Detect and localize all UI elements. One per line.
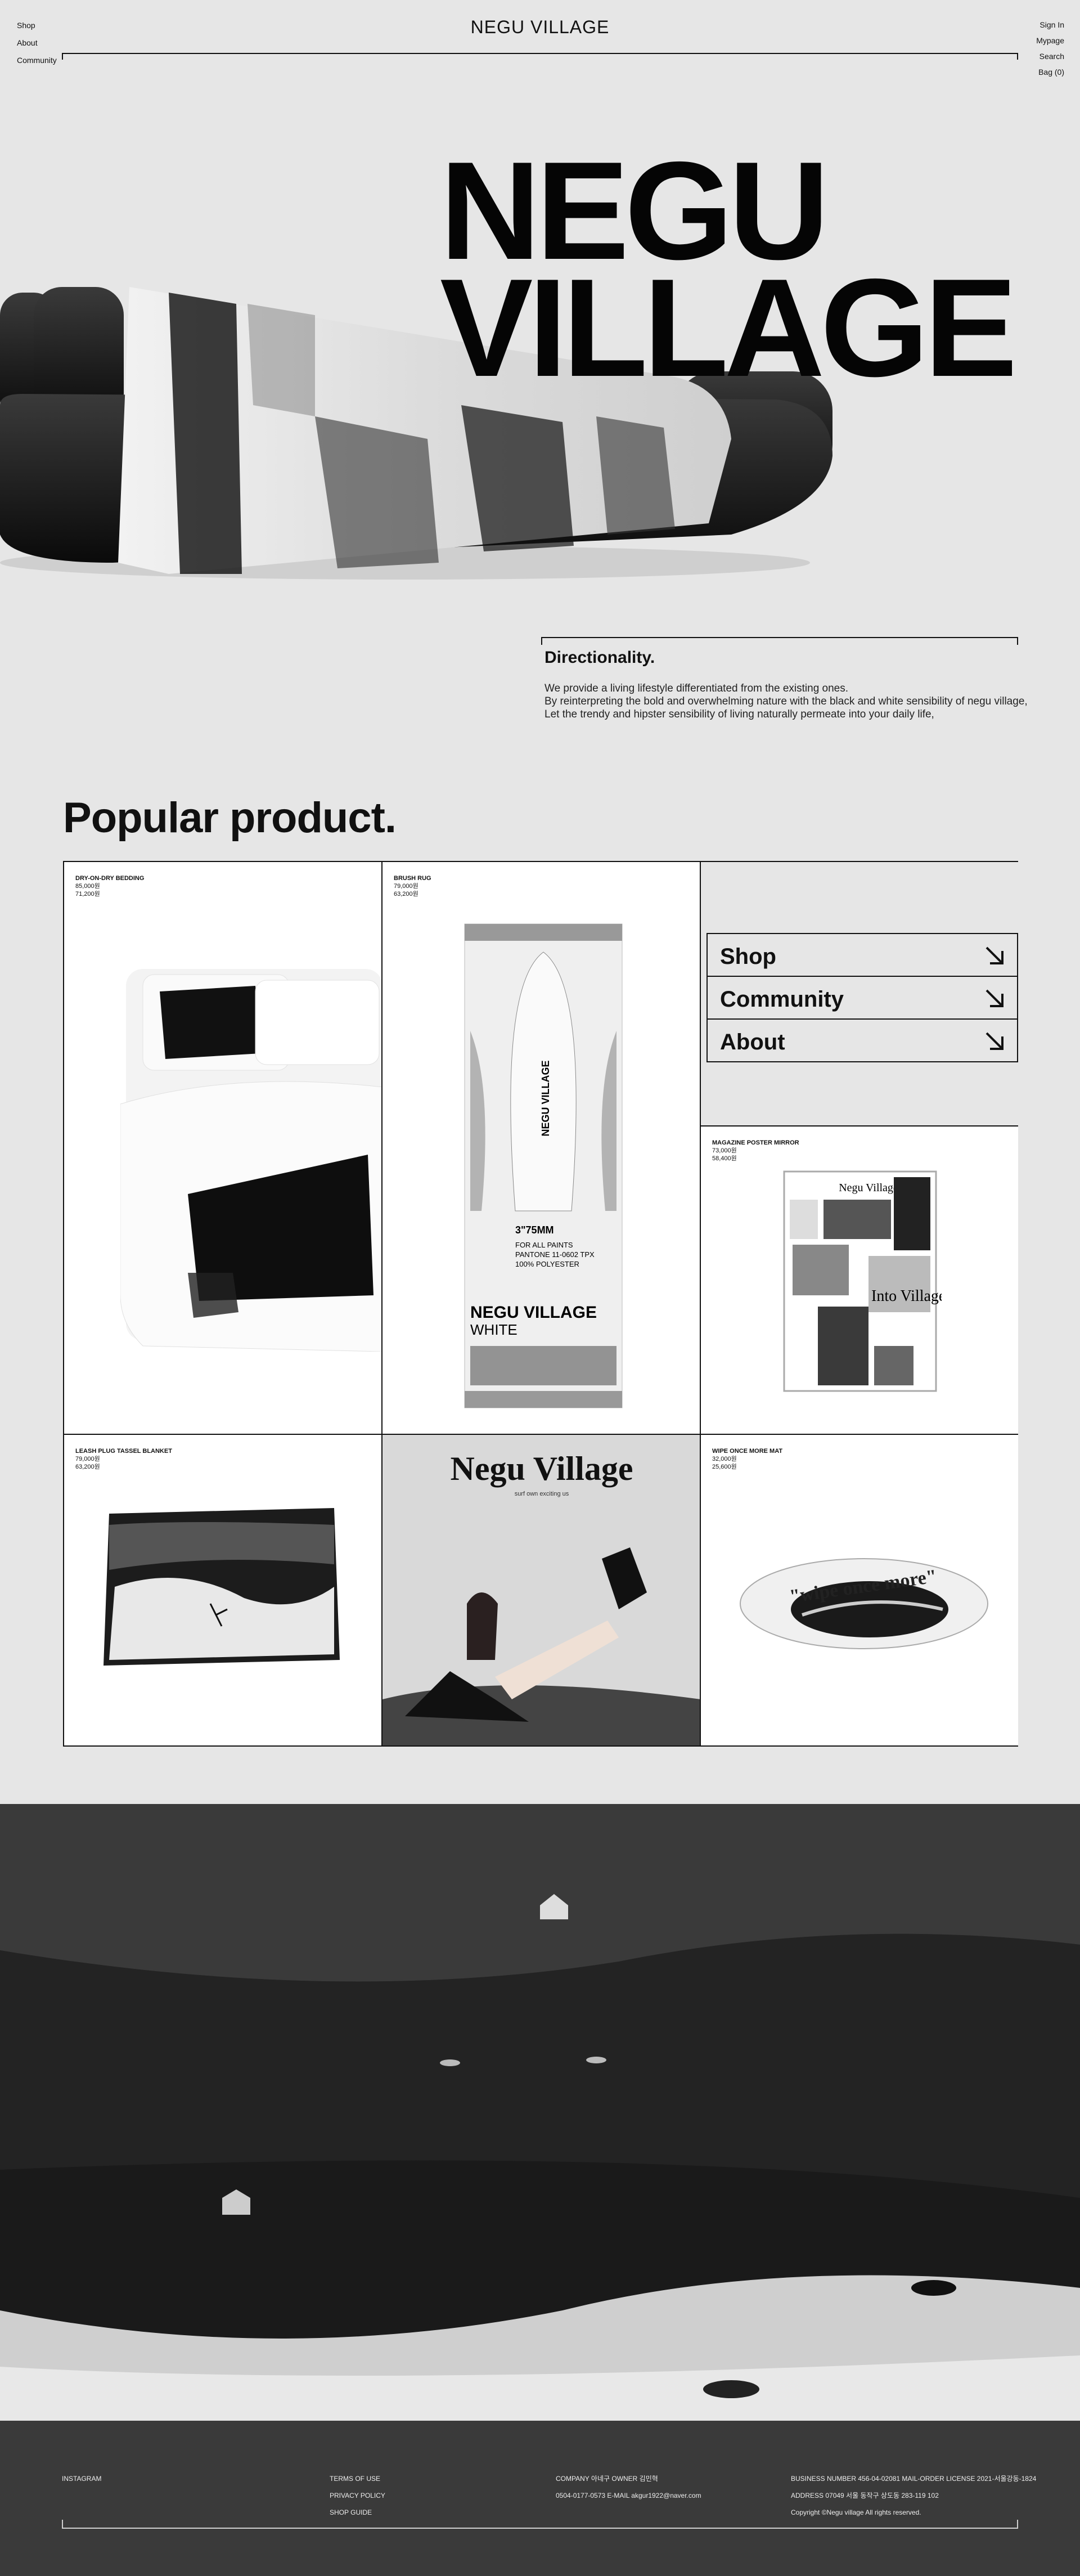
popular-title: Popular product.	[63, 794, 397, 842]
nav-community[interactable]: Community	[17, 52, 57, 69]
footer-company: COMPANY 아네구 OWNER 김민혁	[556, 2475, 658, 2483]
product-card-bedding[interactable]: DRY-ON-DRY BEDDING 85,000원 71,200원	[64, 862, 382, 1435]
rug-line3: 100% POLYESTER	[515, 1260, 579, 1268]
product-name: DRY-ON-DRY BEDDING	[75, 875, 145, 882]
footer-shop-guide[interactable]: SHOP GUIDE	[330, 2504, 385, 2521]
product-name: WIPE ONCE MORE MAT	[712, 1448, 783, 1455]
menu-community[interactable]: Community	[706, 976, 1018, 1020]
product-card-wipe-mat[interactable]: WIPE ONCE MORE MAT 32,000원 25,600원 "wipe…	[701, 1435, 1018, 1745]
directionality-line: By reinterpreting the bold and overwhelm…	[544, 695, 1028, 707]
header-divider	[62, 53, 1018, 60]
menu-about-label: About	[720, 1030, 785, 1054]
bedding-image	[120, 969, 381, 1352]
footer-privacy[interactable]: PRIVACY POLICY	[330, 2487, 385, 2504]
landscape-photo	[0, 1804, 1080, 2421]
product-price: 63,200원	[75, 1464, 100, 1470]
arrow-down-right-icon	[986, 1032, 1004, 1050]
nav-bag[interactable]: Bag (0)	[1036, 64, 1064, 80]
product-meta: BRUSH RUG 79,000원 63,200원	[394, 874, 431, 898]
footer-col-business: BUSINESS NUMBER 456-04-02081 MAIL-ORDER …	[791, 2470, 1036, 2521]
menu-shop-label: Shop	[720, 944, 776, 969]
product-name: MAGAZINE POSTER MIRROR	[712, 1139, 799, 1146]
quick-menu: Shop Community About	[701, 862, 1018, 1127]
product-old-price: 32,000원	[712, 1456, 737, 1462]
footer-contact: 0504-0177-0573 E-MAIL akgur1922@naver.co…	[556, 2492, 701, 2499]
rug-line1: FOR ALL PAINTS	[515, 1241, 573, 1249]
product-price: 63,200원	[394, 891, 418, 897]
footer-col-company: COMPANY 아네구 OWNER 김민혁 0504-0177-0573 E-M…	[556, 2470, 701, 2504]
product-meta: MAGAZINE POSTER MIRROR 73,000원 58,400원	[712, 1139, 799, 1163]
rug-line2: PANTONE 11-0602 TPX	[515, 1250, 595, 1259]
product-price: 25,600원	[712, 1464, 737, 1470]
tassel-blanket-image	[104, 1508, 340, 1666]
directionality-divider	[541, 637, 1018, 645]
poster-cover: Into Village	[871, 1287, 942, 1305]
rug-bottom2: WHITE	[470, 1321, 518, 1338]
footer-instagram[interactable]: INSTAGRAM	[62, 2470, 101, 2487]
product-price: 71,200원	[75, 891, 100, 897]
product-old-price: 85,000원	[75, 883, 100, 890]
directionality-text: We provide a living lifestyle differenti…	[544, 682, 1028, 721]
product-old-price: 79,000원	[394, 883, 418, 890]
product-name: LEASH PLUG TASSEL BLANKET	[75, 1448, 172, 1455]
rug-size: 3"75MM	[515, 1224, 554, 1236]
directionality-line: Let the trendy and hipster sensibility o…	[544, 708, 934, 720]
arrow-down-right-icon	[986, 989, 1004, 1007]
hero-title-line2: VILLAGE	[440, 249, 1018, 406]
product-card-magazine-photo[interactable]: Negu Village surf own exciting us	[382, 1435, 701, 1745]
product-meta: LEASH PLUG TASSEL BLANKET 79,000원 63,200…	[75, 1447, 172, 1471]
product-price: 58,400원	[712, 1155, 737, 1162]
footer-col-social: INSTAGRAM	[62, 2470, 101, 2487]
magazine-mirror-image: Negu Village Into Village	[783, 1170, 942, 1392]
menu-about[interactable]: About	[706, 1018, 1018, 1062]
menu-shop[interactable]: Shop	[706, 933, 1018, 977]
product-meta: DRY-ON-DRY BEDDING 85,000원 71,200원	[75, 874, 144, 898]
footer-copyright: Copyright ©Negu village All rights reser…	[791, 2508, 921, 2516]
product-grid: DRY-ON-DRY BEDDING 85,000원 71,200원 BRUSH…	[63, 861, 1018, 1747]
product-old-price: 79,000원	[75, 1456, 100, 1462]
wipe-mat-image: "wipe once more"	[740, 1558, 988, 1649]
right-nav: Sign In Mypage Search Bag (0)	[1036, 17, 1064, 80]
directionality-line: We provide a living lifestyle differenti…	[544, 683, 849, 694]
product-meta: WIPE ONCE MORE MAT 32,000원 25,600원	[712, 1447, 782, 1471]
footer-business: BUSINESS NUMBER 456-04-02081 MAIL-ORDER …	[791, 2475, 1037, 2483]
product-card-magazine-mirror[interactable]: MAGAZINE POSTER MIRROR 73,000원 58,400원 N…	[701, 1127, 1018, 1435]
footer: INSTAGRAM TERMS OF USE PRIVACY POLICY SH…	[0, 2421, 1080, 2576]
magazine-masthead: Negu Village	[451, 1450, 633, 1487]
menu-community-label: Community	[720, 987, 844, 1012]
hero-title: NEGU VILLAGE	[440, 141, 1018, 406]
footer-divider	[62, 2520, 1018, 2529]
footer-address: ADDRESS 07049 서울 동작구 상도동 283-119 102	[791, 2492, 939, 2499]
nav-mypage[interactable]: Mypage	[1036, 33, 1064, 48]
product-card-tassel-blanket[interactable]: LEASH PLUG TASSEL BLANKET 79,000원 63,200…	[64, 1435, 382, 1745]
brush-rug-image: NEGU VILLAGE 3"75MM FOR ALL PAINTS PANTO…	[464, 923, 623, 1408]
product-old-price: 73,000원	[712, 1147, 737, 1154]
poster-masthead: Negu Village	[839, 1182, 898, 1194]
nav-search[interactable]: Search	[1036, 48, 1064, 64]
arrow-down-right-icon	[986, 946, 1004, 964]
product-card-brush-rug[interactable]: BRUSH RUG 79,000원 63,200원 NEGU VILLAGE 3…	[382, 862, 701, 1435]
magazine-sub: surf own exciting us	[515, 1491, 569, 1497]
footer-col-policy: TERMS OF USE PRIVACY POLICY SHOP GUIDE	[330, 2470, 385, 2521]
rug-bottom1: NEGU VILLAGE	[470, 1303, 597, 1322]
footer-terms[interactable]: TERMS OF USE	[330, 2470, 385, 2487]
directionality-title: Directionality.	[544, 648, 655, 667]
brand-logo[interactable]: NEGU VILLAGE	[0, 17, 1080, 38]
nav-sign-in[interactable]: Sign In	[1036, 17, 1064, 33]
rug-brand-vertical: NEGU VILLAGE	[540, 1060, 551, 1136]
product-name: BRUSH RUG	[394, 875, 431, 882]
magazine-photo-image: Negu Village surf own exciting us	[382, 1435, 700, 1745]
